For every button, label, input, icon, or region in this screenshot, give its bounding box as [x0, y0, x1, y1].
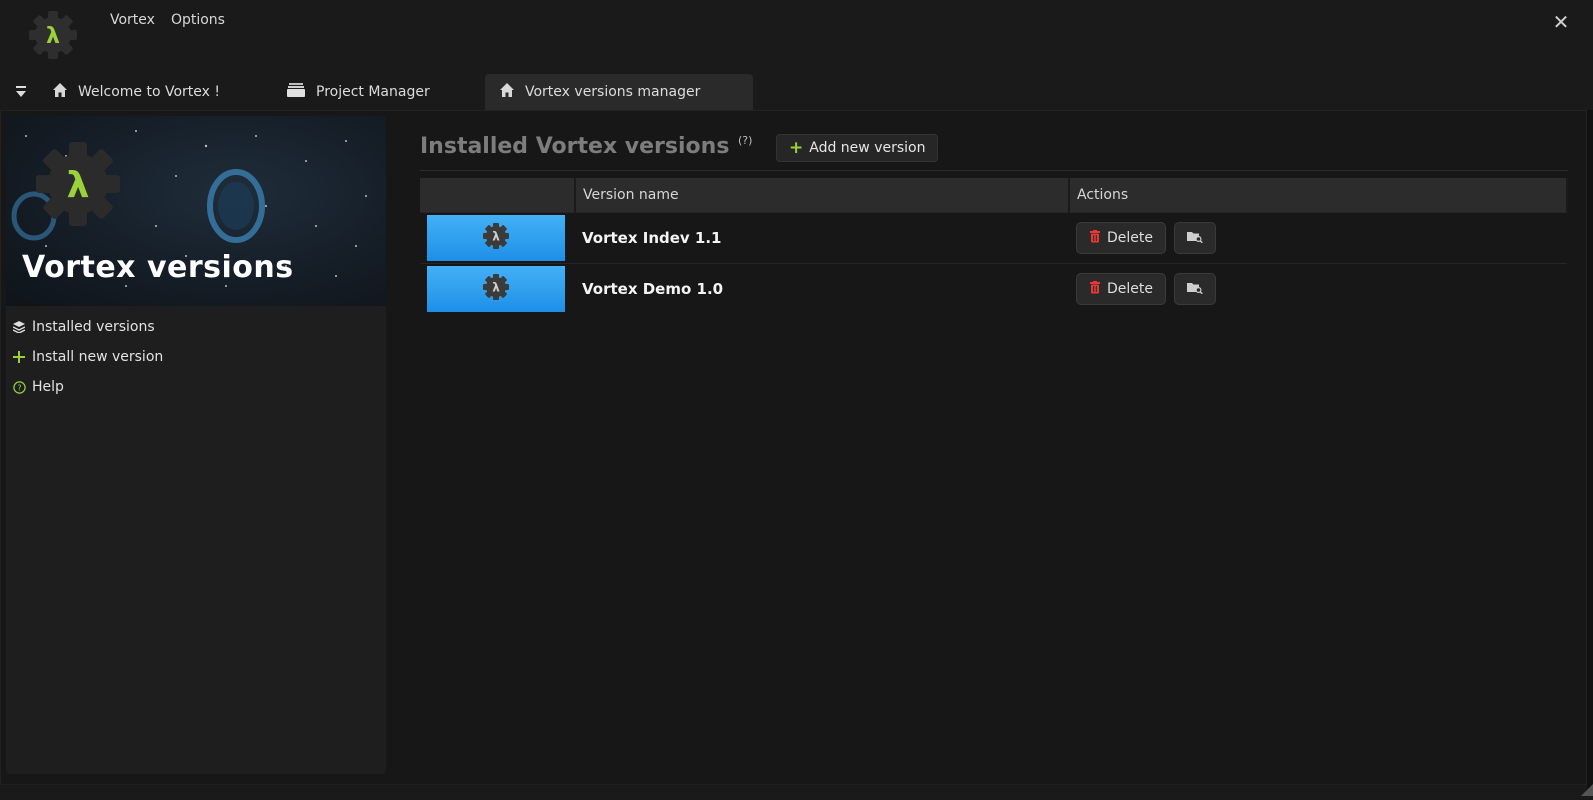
version-thumbnail: λ — [427, 266, 565, 312]
sidebar: λ Vortex versions Installed versions Ins… — [6, 116, 386, 774]
versions-table: Version name Actions λ Vortex Indev 1.1 … — [420, 178, 1568, 314]
divider — [420, 170, 1568, 171]
svg-text:λ: λ — [46, 24, 60, 49]
svg-text:λ: λ — [492, 230, 500, 244]
delete-label: Delete — [1107, 281, 1153, 297]
content-header: Installed Vortex versions (?) + Add new … — [420, 132, 1580, 168]
tab-versions-manager[interactable]: Vortex versions manager — [485, 74, 753, 110]
menu-options[interactable]: Options — [171, 12, 225, 28]
version-name: Vortex Demo 1.0 — [582, 280, 724, 298]
sidebar-item-install-new-version[interactable]: Install new version — [12, 342, 163, 372]
add-button-label: Add new version — [809, 140, 926, 156]
folders-icon — [286, 82, 306, 102]
sidebar-item-installed-versions[interactable]: Installed versions — [12, 312, 163, 342]
tab-label: Welcome to Vortex ! — [78, 84, 221, 100]
tab-label: Project Manager — [316, 84, 430, 100]
delete-button[interactable]: Delete — [1076, 222, 1166, 254]
svg-text:λ: λ — [67, 165, 90, 206]
folder-search-icon — [1187, 230, 1203, 247]
sidebar-item-label: Installed versions — [32, 319, 155, 335]
version-name: Vortex Indev 1.1 — [582, 229, 722, 247]
delete-label: Delete — [1107, 230, 1153, 246]
home-icon — [499, 82, 515, 102]
resize-grip-icon[interactable] — [1581, 781, 1593, 796]
table-header-row: Version name Actions — [420, 178, 1568, 213]
row-actions: Delete — [1076, 222, 1560, 254]
tab-project-manager[interactable]: Project Manager — [272, 74, 444, 110]
plus-icon: + — [789, 137, 804, 158]
plus-icon — [12, 350, 26, 364]
tab-bar: Welcome to Vortex ! Project Manager Vort… — [0, 74, 1593, 110]
help-tooltip-marker[interactable]: (?) — [738, 134, 752, 147]
banner-image: λ Vortex versions — [6, 116, 386, 306]
menu-bar: Vortex Options — [110, 12, 225, 28]
vortex-logo-icon: λ — [481, 272, 511, 306]
vortex-logo-icon: λ — [26, 8, 80, 62]
home-icon — [52, 82, 68, 102]
sidebar-nav: Installed versions Install new version ?… — [12, 312, 163, 402]
header-version-name: Version name — [575, 178, 1070, 213]
sidebar-item-label: Install new version — [32, 349, 164, 365]
svg-text:?: ? — [17, 383, 21, 392]
header-actions: Actions — [1069, 178, 1568, 213]
version-thumbnail: λ — [427, 215, 565, 261]
menu-vortex[interactable]: Vortex — [110, 12, 155, 28]
open-folder-button[interactable] — [1174, 222, 1216, 254]
sidebar-item-help[interactable]: ? Help — [12, 372, 163, 402]
tab-dropdown-icon[interactable] — [14, 84, 28, 100]
tab-label: Vortex versions manager — [525, 84, 701, 100]
scrollbar[interactable] — [1587, 110, 1593, 793]
trash-icon — [1089, 229, 1101, 247]
trash-icon — [1089, 280, 1101, 298]
help-circle-icon: ? — [12, 380, 26, 394]
page-title: Installed Vortex versions — [420, 134, 730, 159]
folder-search-icon — [1187, 281, 1203, 298]
close-icon[interactable]: ✕ — [1551, 12, 1571, 32]
content-area: Installed Vortex versions (?) + Add new … — [420, 132, 1580, 314]
sidebar-item-label: Help — [32, 379, 64, 395]
svg-text:λ: λ — [492, 281, 500, 295]
header-thumbnail — [420, 178, 576, 213]
add-new-version-button[interactable]: + Add new version — [776, 134, 939, 162]
row-actions: Delete — [1076, 273, 1560, 305]
title-bar: λ Vortex Options ✕ — [0, 0, 1593, 72]
table-row: λ Vortex Demo 1.0 Delete — [420, 263, 1567, 314]
tab-welcome[interactable]: Welcome to Vortex ! — [38, 74, 234, 110]
banner-title: Vortex versions — [22, 250, 294, 285]
delete-button[interactable]: Delete — [1076, 273, 1166, 305]
table-row: λ Vortex Indev 1.1 Delete — [420, 212, 1567, 264]
vortex-logo-icon: λ — [481, 221, 511, 255]
open-folder-button[interactable] — [1174, 273, 1216, 305]
layers-icon — [12, 320, 26, 334]
